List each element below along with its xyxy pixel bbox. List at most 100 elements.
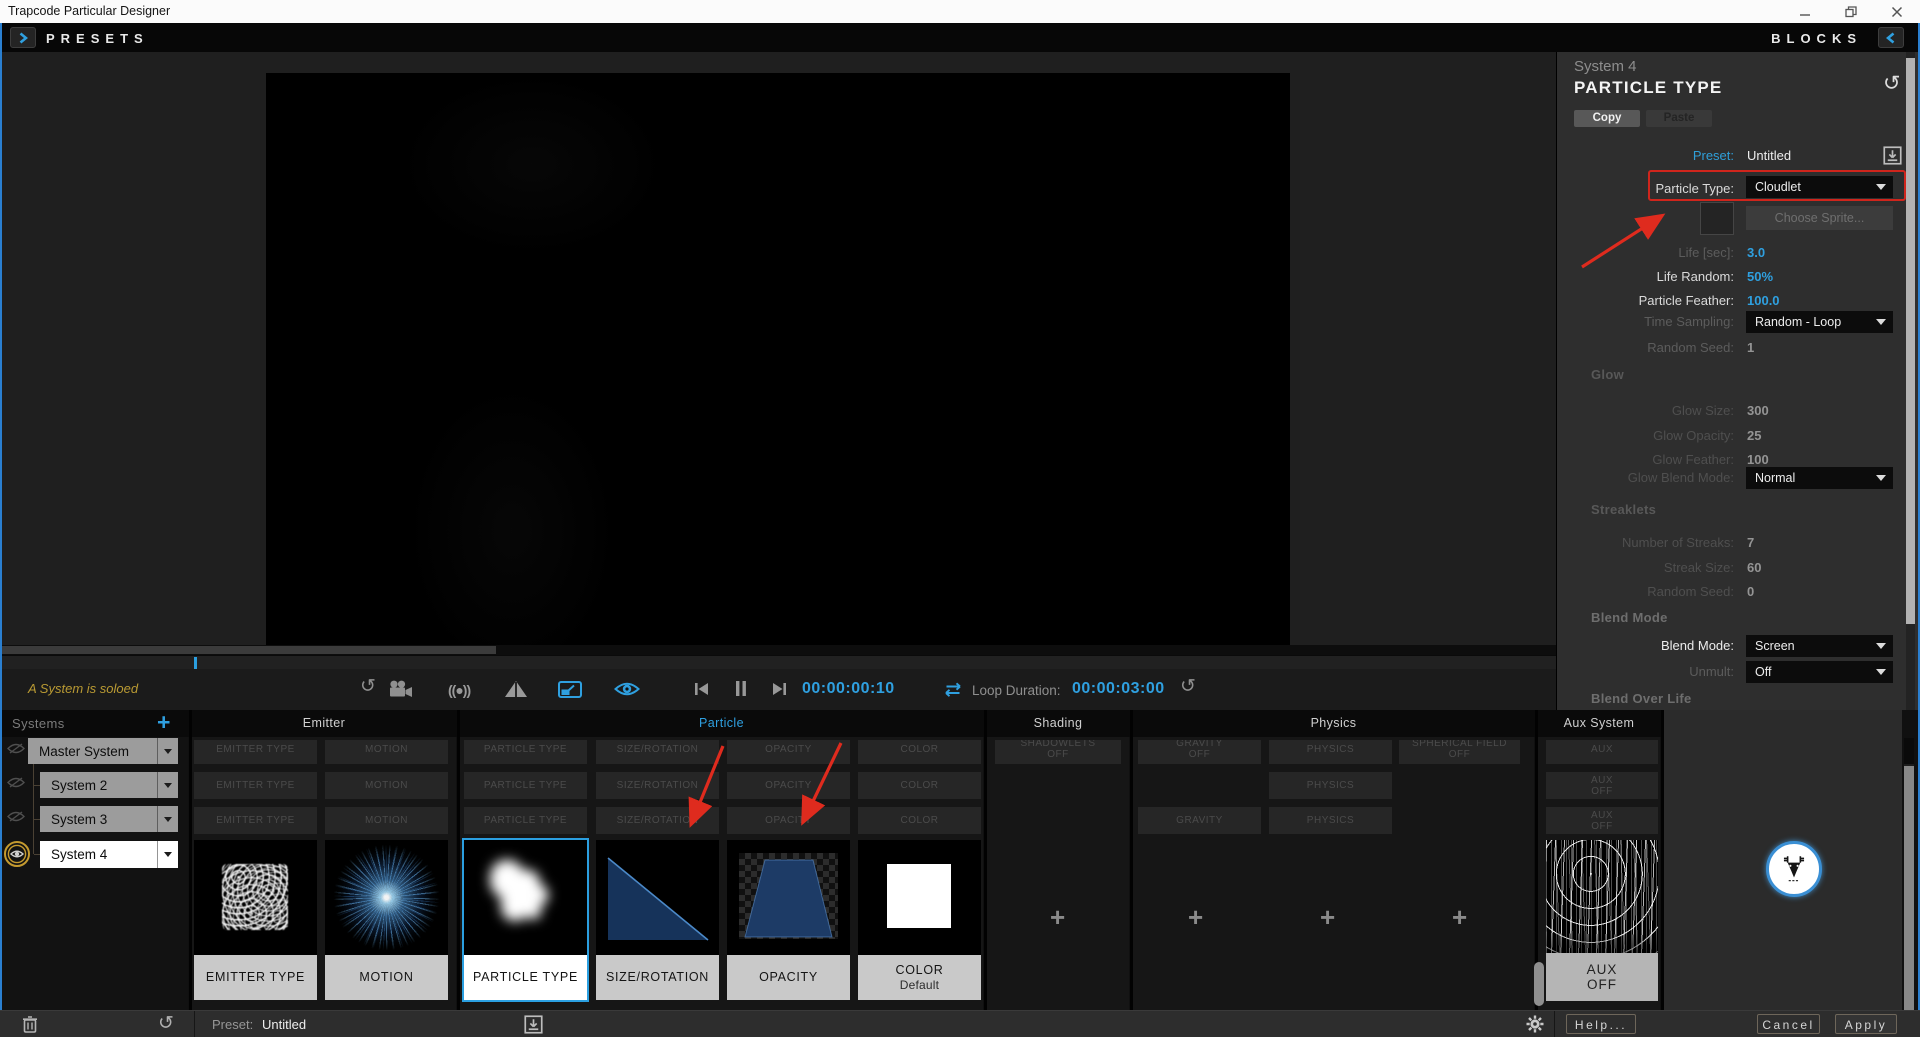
block-emitter-type[interactable]: EMITTER TYPE <box>194 740 317 764</box>
axis-grid-icon[interactable] <box>504 680 528 703</box>
block-motion[interactable]: MOTION <box>325 740 448 764</box>
timeline-strip[interactable] <box>2 655 1556 669</box>
gear-icon[interactable] <box>1526 1015 1544 1037</box>
presets-expand-button[interactable] <box>10 27 36 48</box>
close-button[interactable] <box>1880 0 1914 23</box>
card-particle-type-selected[interactable]: PARTICLE TYPE <box>462 838 589 1002</box>
scrollbar-thumb[interactable] <box>2 646 496 654</box>
sprite-preview-box[interactable] <box>1700 202 1734 235</box>
block-size-rotation[interactable]: SIZE/ROTATION <box>596 740 719 764</box>
minimize-button[interactable] <box>1788 0 1822 23</box>
life-random-value[interactable]: 50% <box>1747 269 1773 284</box>
block-particle-type[interactable]: PARTICLE TYPE <box>464 772 587 799</box>
save-preset-icon[interactable] <box>1883 146 1902 168</box>
copy-button[interactable]: Copy <box>1574 110 1640 127</box>
eye-hidden-icon[interactable] <box>7 776 25 794</box>
save-preset-icon[interactable] <box>524 1015 543 1037</box>
block-particle-type[interactable]: PARTICLE TYPE <box>464 807 587 834</box>
blend-mode-dropdown[interactable]: Screen <box>1746 635 1893 657</box>
time-sampling-dropdown[interactable]: Random - Loop <box>1746 311 1893 333</box>
playhead[interactable] <box>194 657 197 669</box>
block-size-rotation[interactable]: SIZE/ROTATION <box>596 807 719 834</box>
add-shading-block-button[interactable]: + <box>1050 902 1065 933</box>
eye-hidden-icon[interactable] <box>7 742 25 760</box>
pause-button[interactable] <box>735 681 747 701</box>
block-opacity[interactable]: OPACITY <box>727 740 850 764</box>
skip-start-button[interactable] <box>694 682 709 701</box>
apply-button[interactable]: Apply <box>1835 1014 1897 1034</box>
card-color[interactable]: COLOR Default <box>858 840 981 1000</box>
eye-solo-icon[interactable] <box>3 840 31 873</box>
add-gravity-block-button[interactable]: + <box>1188 902 1203 933</box>
blocks-collapse-button[interactable] <box>1878 27 1904 48</box>
reset-preset-icon[interactable]: ↺ <box>158 1014 174 1033</box>
add-physics-block-button[interactable]: + <box>1320 902 1335 933</box>
inspector-scrollbar[interactable] <box>1906 52 1915 710</box>
skip-end-button[interactable] <box>772 682 787 701</box>
random-seed-value[interactable]: 1 <box>1747 340 1754 355</box>
num-streaks-value[interactable]: 7 <box>1747 535 1754 550</box>
system-row-3[interactable]: System 3 <box>40 806 178 832</box>
cancel-button[interactable]: Cancel <box>1757 1014 1820 1034</box>
block-particle-type[interactable]: PARTICLE TYPE <box>464 740 587 764</box>
bottom-preset-value[interactable]: Untitled <box>262 1017 306 1032</box>
card-motion[interactable]: MOTION <box>325 840 448 1000</box>
block-color[interactable]: COLOR <box>858 772 981 799</box>
current-timecode[interactable]: 00:00:00:10 <box>802 680 895 698</box>
block-size-rotation[interactable]: SIZE/ROTATION <box>596 772 719 799</box>
motion-blur-icon[interactable]: ((●)) <box>448 682 471 698</box>
streak-seed-value[interactable]: 0 <box>1747 584 1754 599</box>
system-row-2[interactable]: System 2 <box>40 772 178 798</box>
glow-opacity-value[interactable]: 25 <box>1747 428 1761 443</box>
preview-eye-icon[interactable] <box>614 681 640 702</box>
block-gravity[interactable]: GRAVITY <box>1138 807 1261 834</box>
block-gravity[interactable]: GRAVITY OFF <box>1138 740 1261 764</box>
grid-scrollbar-thumb[interactable] <box>1534 962 1544 1006</box>
scrollbar-thumb[interactable] <box>1904 766 1914 1010</box>
particle-feather-value[interactable]: 100.0 <box>1747 293 1780 308</box>
card-opacity[interactable]: OPACITY <box>727 840 850 1000</box>
life-value[interactable]: 3.0 <box>1747 245 1765 260</box>
streak-size-value[interactable]: 60 <box>1747 560 1761 575</box>
preview-horizontal-scrollbar[interactable] <box>2 645 1556 655</box>
system-dropdown-button[interactable] <box>157 738 178 764</box>
restore-button[interactable] <box>1834 0 1868 23</box>
reset-view-icon[interactable]: ↺ <box>360 677 376 696</box>
preset-value[interactable]: Untitled <box>1747 148 1791 163</box>
block-emitter-type[interactable]: EMITTER TYPE <box>194 807 317 834</box>
block-color[interactable]: COLOR <box>858 807 981 834</box>
trash-icon[interactable] <box>22 1015 38 1037</box>
system-dropdown-button[interactable] <box>157 841 178 868</box>
block-aux[interactable]: AUX OFF <box>1546 807 1658 834</box>
paste-button[interactable]: Paste <box>1646 110 1712 127</box>
system-row-4-active[interactable]: System 4 <box>40 841 178 868</box>
card-size-rotation[interactable]: SIZE/ROTATION <box>596 840 719 1000</box>
system-dropdown-button[interactable] <box>157 806 178 832</box>
reset-panel-icon[interactable]: ↺ <box>1883 73 1901 94</box>
block-spherical-field[interactable]: SPHERICAL FIELD OFF <box>1399 740 1520 764</box>
glow-feather-value[interactable]: 100 <box>1747 452 1769 467</box>
glow-size-value[interactable]: 300 <box>1747 403 1769 418</box>
block-aux[interactable]: AUX OFF <box>1546 772 1658 799</box>
loop-icon[interactable] <box>942 682 964 702</box>
system-dropdown-button[interactable] <box>157 772 178 798</box>
block-opacity[interactable]: OPACITY <box>727 772 850 799</box>
unmult-dropdown[interactable]: Off <box>1746 661 1893 683</box>
glow-blend-dropdown[interactable]: Normal <box>1746 467 1893 489</box>
choose-sprite-button[interactable]: Choose Sprite... <box>1746 206 1893 230</box>
system-row-master[interactable]: Master System <box>28 738 178 764</box>
block-shadowlets[interactable]: SHADOWLETS OFF <box>995 740 1121 764</box>
loop-duration-value[interactable]: 00:00:03:00 <box>1072 680 1165 698</box>
reset-loop-icon[interactable]: ↺ <box>1180 677 1196 696</box>
block-emitter-type[interactable]: EMITTER TYPE <box>194 772 317 799</box>
block-physics[interactable]: PHYSICS <box>1269 740 1392 764</box>
render-viewport[interactable] <box>266 73 1290 645</box>
right-scrollbar[interactable] <box>1904 738 1914 1010</box>
scrollbar-thumb[interactable] <box>1906 58 1915 624</box>
block-color[interactable]: COLOR <box>858 740 981 764</box>
block-aux[interactable]: AUX <box>1546 740 1658 764</box>
pip-view-icon[interactable] <box>558 681 582 703</box>
block-opacity[interactable]: OPACITY <box>727 807 850 834</box>
block-motion[interactable]: MOTION <box>325 807 448 834</box>
help-button[interactable]: Help... <box>1566 1014 1636 1034</box>
